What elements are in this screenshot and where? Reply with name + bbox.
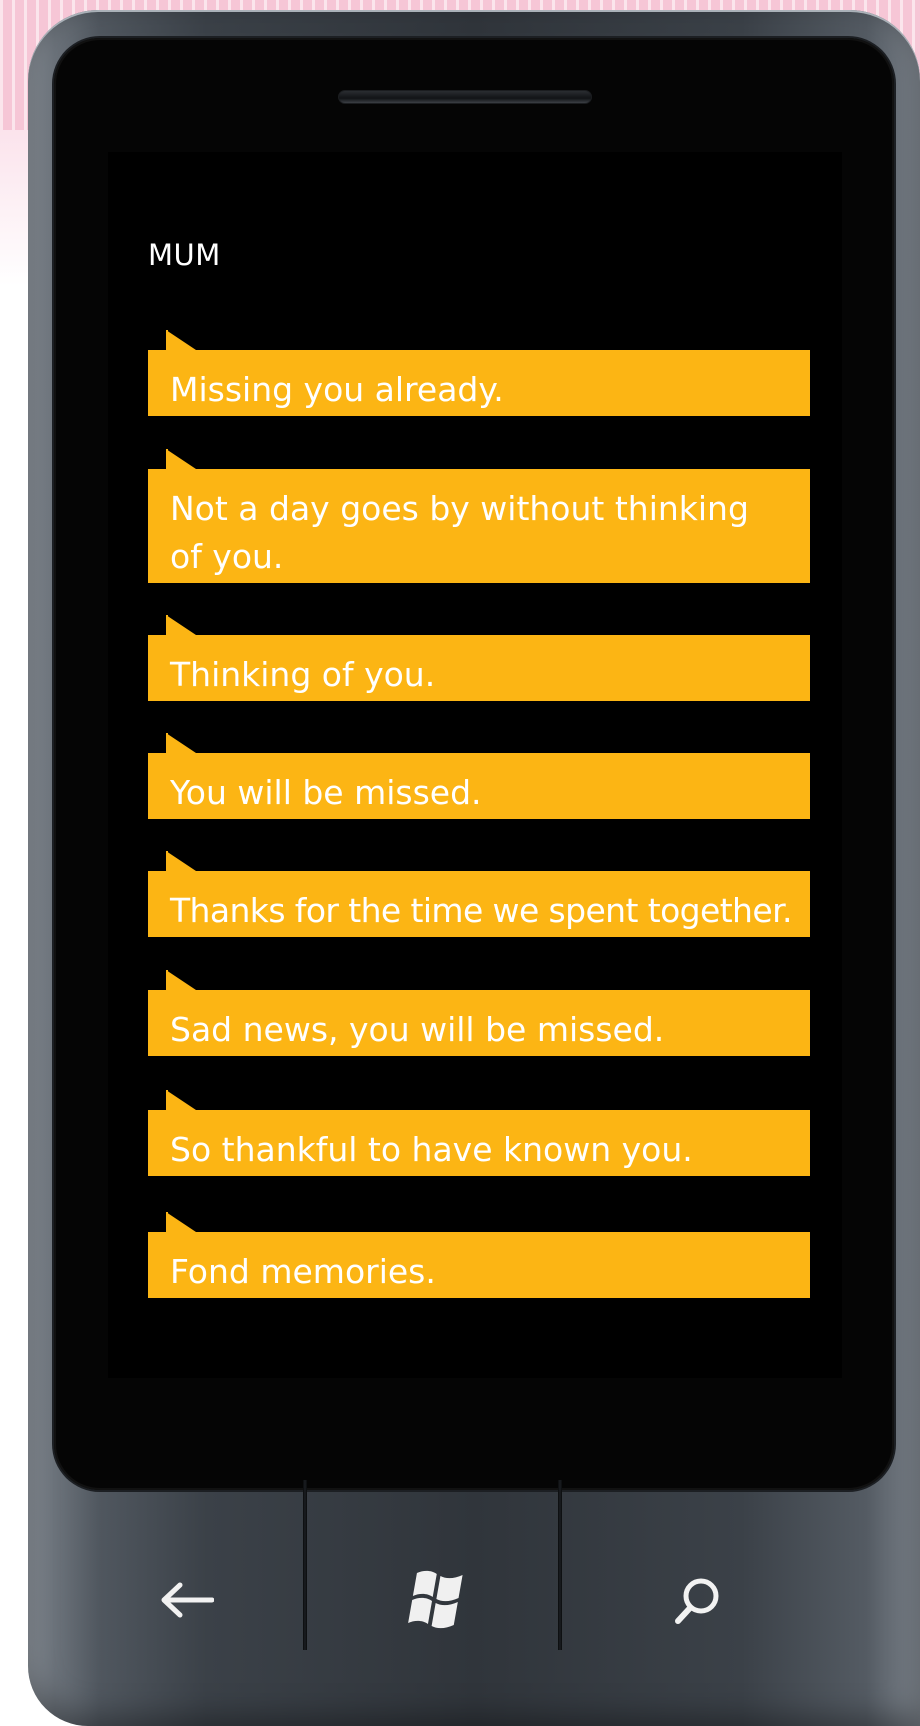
message-text: So thankful to have known you.	[170, 1130, 693, 1169]
message-bubble[interactable]: You will be missed.	[148, 733, 810, 819]
bubble-tail	[166, 449, 196, 469]
message-bubble[interactable]: Thinking of you.	[148, 615, 810, 701]
message-bubble[interactable]: Sad news, you will be missed.	[148, 970, 810, 1056]
back-button[interactable]	[126, 1550, 246, 1650]
windows-logo-icon	[408, 1570, 463, 1629]
key-divider	[303, 1480, 307, 1650]
message-text: Missing you already.	[170, 370, 504, 409]
message-text: Fond memories.	[170, 1252, 436, 1291]
message-bubble[interactable]: Fond memories.	[148, 1212, 810, 1298]
hardware-key-bar	[28, 1480, 920, 1726]
bubble-tail	[166, 330, 196, 350]
bubble-tail	[166, 615, 196, 635]
message-bubble[interactable]: Thanks for the time we spent together.	[148, 851, 810, 937]
search-button[interactable]	[638, 1550, 758, 1650]
bubble-tail	[166, 1212, 196, 1232]
key-divider	[558, 1480, 562, 1650]
contact-name: MUM	[148, 238, 221, 272]
search-icon	[675, 1578, 719, 1624]
message-bubble[interactable]: Not a day goes by without thinking of yo…	[148, 449, 810, 583]
message-text: Thanks for the time we spent together.	[170, 891, 793, 930]
bubble-tail	[166, 970, 196, 990]
message-text: Sad news, you will be missed.	[170, 1010, 665, 1049]
earpiece-speaker	[338, 90, 592, 104]
message-bubble[interactable]: So thankful to have known you.	[148, 1090, 810, 1176]
bubble-tail	[166, 1090, 196, 1110]
back-arrow-icon	[161, 1582, 214, 1618]
message-text: Thinking of you.	[170, 655, 436, 694]
bubble-tail	[166, 733, 196, 753]
message-bubble[interactable]: Missing you already.	[148, 330, 810, 416]
message-text: You will be missed.	[170, 773, 482, 812]
phone-screen: MUM Missing you already. Not a day goes …	[108, 152, 842, 1378]
bubble-tail	[166, 851, 196, 871]
start-button[interactable]	[380, 1550, 500, 1650]
message-text: Not a day goes by without thinking of yo…	[170, 489, 749, 576]
